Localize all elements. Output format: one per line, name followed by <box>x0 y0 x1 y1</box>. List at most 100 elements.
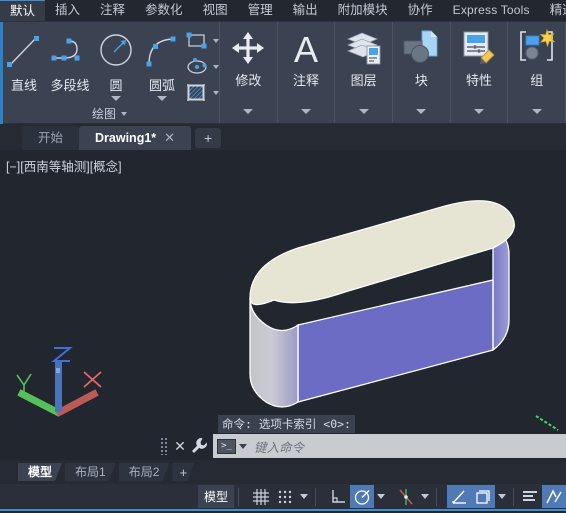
command-input-field[interactable]: >_ 键入命令 <box>213 434 566 458</box>
otrack-icon <box>450 488 468 506</box>
chevron-down-icon[interactable] <box>416 108 427 114</box>
ribbon-panel-annotation[interactable]: A 注释 <box>278 22 336 123</box>
ribbon-tab-view[interactable]: 视图 <box>193 0 238 21</box>
close-icon[interactable]: ✕ <box>164 126 175 150</box>
file-tab-start[interactable]: 开始 <box>22 126 80 150</box>
grid-icon <box>252 488 270 506</box>
grid-display-toggle[interactable] <box>249 485 273 508</box>
ucs-box-icon <box>474 488 492 506</box>
ribbon-tab-collaborate[interactable]: 协作 <box>398 0 443 21</box>
chevron-down-icon[interactable] <box>243 108 254 114</box>
ribbon-panel-container: 直线 多段线 圆 圆弧 绘图 修改 A 注释 图层 块 特性 组 <box>0 22 566 124</box>
ribbon-panel-draw: 直线 多段线 圆 圆弧 绘图 <box>0 22 220 123</box>
status-group-ortho-polar <box>326 485 388 508</box>
status-divider <box>513 487 514 506</box>
drawing-viewport[interactable]: [−][西南等轴测][概念] <box>0 150 566 460</box>
file-tab-bar: 开始 Drawing1* ✕ + <box>0 124 566 150</box>
ribbon-tab-default[interactable]: 默认 <box>0 0 46 21</box>
chevron-down-icon[interactable] <box>157 96 167 101</box>
chevron-down-icon[interactable] <box>111 96 121 101</box>
file-tab-label: 开始 <box>38 131 64 145</box>
ribbon-panel-block[interactable]: 块 <box>393 22 451 123</box>
draw-tool-polyline[interactable]: 多段线 <box>47 26 93 94</box>
svg-text:A: A <box>294 29 318 68</box>
ribbon-tab-insert[interactable]: 插入 <box>45 0 90 21</box>
chevron-down-icon[interactable] <box>358 108 369 114</box>
chevron-down-icon[interactable] <box>377 494 385 499</box>
add-layout-button[interactable]: + <box>172 463 194 481</box>
draw-tool-rectangle[interactable] <box>185 30 219 52</box>
chevron-down-icon[interactable] <box>474 108 485 114</box>
hatch-icon <box>185 82 209 104</box>
properties-icon <box>459 28 499 68</box>
file-tab-label: Drawing1* <box>95 131 157 145</box>
ribbon-tab-label: 默认 <box>10 4 36 18</box>
ortho-mode-toggle[interactable] <box>326 485 350 508</box>
ribbon-tab-parametric[interactable]: 参数化 <box>135 0 193 21</box>
ribbon-panel-properties[interactable]: 特性 <box>451 22 509 123</box>
chevron-down-icon[interactable] <box>300 494 308 499</box>
ribbon-tab-label: 参数化 <box>145 3 183 17</box>
ribbon-panel-layers[interactable]: 图层 <box>335 22 394 123</box>
panel-label: 组 <box>530 73 544 88</box>
draw-tool-ellipse-arc[interactable] <box>185 56 219 78</box>
draw-tool-label: 多段线 <box>50 78 90 93</box>
drag-handle-icon[interactable] <box>160 437 169 455</box>
chevron-down-icon[interactable] <box>121 112 127 116</box>
ribbon-tab-label: Express Tools <box>452 3 530 17</box>
chevron-down-icon[interactable] <box>213 39 219 43</box>
panel-expand-properties[interactable] <box>451 99 508 123</box>
panel-expand-annotation[interactable] <box>278 99 335 123</box>
layout-tab-layout2[interactable]: 布局2 <box>119 463 170 481</box>
ribbon-panel-modify[interactable]: 修改 <box>220 22 278 123</box>
workspace-icon <box>545 488 563 506</box>
ribbon-tab-featured-apps[interactable]: 精选 <box>540 0 566 21</box>
status-divider <box>238 487 239 506</box>
ribbon-tab-express-tools[interactable]: Express Tools <box>443 0 540 21</box>
line-icon <box>1 28 47 74</box>
chevron-down-icon[interactable] <box>498 494 506 499</box>
status-divider <box>315 487 316 506</box>
polar-tracking-toggle[interactable] <box>350 485 374 508</box>
chevron-down-icon[interactable] <box>213 91 219 95</box>
workspace-switch-icon[interactable] <box>542 485 566 508</box>
panel-expand-modify[interactable] <box>220 99 277 123</box>
wrench-icon[interactable] <box>189 436 213 456</box>
chevron-down-icon[interactable] <box>213 65 219 69</box>
ribbon-tab-manage[interactable]: 管理 <box>238 0 283 21</box>
close-icon[interactable]: ✕ <box>171 438 189 455</box>
draw-tool-circle[interactable]: 圆 <box>93 26 139 101</box>
ribbon-panel-group[interactable]: 组 <box>508 22 566 123</box>
panel-expand-group[interactable] <box>508 99 565 123</box>
panel-expand-layers[interactable] <box>335 99 392 123</box>
rectangle-icon <box>185 30 209 52</box>
ortho-icon <box>329 488 347 506</box>
arc-icon <box>139 28 185 74</box>
chevron-down-icon[interactable] <box>421 494 429 499</box>
draw-tool-arc[interactable]: 圆弧 <box>139 26 185 101</box>
ucs-icon-toggle[interactable] <box>471 485 495 508</box>
chevron-down-icon[interactable] <box>239 443 247 449</box>
ribbon-tab-label: 注释 <box>100 3 126 17</box>
layout-tab-layout1[interactable]: 布局1 <box>65 463 116 481</box>
layout-tab-model[interactable]: 模型 <box>18 463 62 481</box>
ribbon-tab-output[interactable]: 输出 <box>283 0 328 21</box>
ribbon-tab-addins[interactable]: 附加模块 <box>328 0 398 21</box>
panel-expand-block[interactable] <box>393 99 450 123</box>
snap-mode-toggle[interactable] <box>273 485 297 508</box>
object-snap-toggle[interactable] <box>394 485 418 508</box>
new-drawing-tab-button[interactable]: + <box>195 128 222 148</box>
panel-title-draw[interactable]: 绘图 <box>0 104 219 124</box>
draw-tool-line[interactable]: 直线 <box>1 26 47 94</box>
draw-tool-label: 直线 <box>10 78 37 93</box>
file-tab-drawing1[interactable]: Drawing1* ✕ <box>79 126 192 150</box>
command-input-placeholder: 键入命令 <box>254 440 305 455</box>
polyline-icon <box>47 28 93 74</box>
annotation-scale-icon[interactable] <box>518 485 542 508</box>
status-model-button[interactable]: 模型 <box>197 485 234 508</box>
draw-tool-hatch[interactable] <box>185 82 219 104</box>
ribbon-tab-annotate[interactable]: 注释 <box>90 0 135 21</box>
chevron-down-icon[interactable] <box>301 108 311 114</box>
object-snap-tracking-toggle[interactable] <box>447 485 471 508</box>
chevron-down-icon[interactable] <box>531 108 542 114</box>
